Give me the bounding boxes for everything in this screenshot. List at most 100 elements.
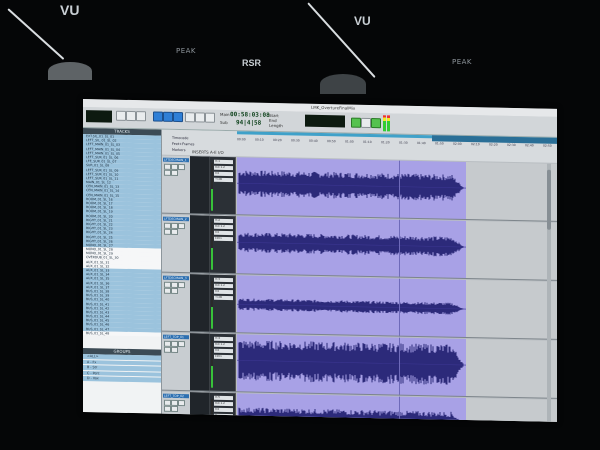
mute-button[interactable] bbox=[178, 340, 185, 348]
inserts-slots[interactable] bbox=[190, 274, 210, 333]
pan-readout[interactable]: <100 bbox=[214, 177, 233, 183]
playlist-button[interactable] bbox=[164, 405, 171, 412]
group-list-item[interactable]: D - Vox bbox=[83, 376, 161, 383]
audio-region[interactable] bbox=[237, 216, 466, 280]
pencil-tool-button[interactable] bbox=[205, 112, 215, 123]
groups-panel: GROUPS <ALL> A - Fx B - Str C - Perc D - Vox bbox=[83, 348, 161, 383]
select-tool-button[interactable] bbox=[185, 112, 195, 123]
left-peak-label: PEAK bbox=[176, 47, 197, 55]
slip-button[interactable] bbox=[126, 110, 136, 122]
pan-readout[interactable]: <100 bbox=[214, 295, 233, 301]
audio-region[interactable] bbox=[237, 275, 466, 339]
audio-track[interactable]: LFTDECMAIN_3 In 3 Out 1-2 0.0 <100 bbox=[162, 273, 557, 340]
pan-readout[interactable]: 100> bbox=[214, 236, 233, 242]
volume-readout[interactable]: 0.0 bbox=[214, 348, 233, 354]
shuffle-button[interactable] bbox=[116, 110, 126, 121]
empty-playlist-area[interactable] bbox=[466, 221, 557, 281]
track-level-meter bbox=[211, 339, 213, 388]
automation-button[interactable] bbox=[171, 405, 178, 412]
output-selector[interactable]: Out 1-2 bbox=[214, 283, 233, 289]
region-boundary[interactable] bbox=[399, 396, 400, 422]
scroll-thumb[interactable] bbox=[547, 169, 551, 230]
output-selector[interactable]: Out 1-2 bbox=[214, 342, 233, 348]
stop-button[interactable] bbox=[361, 117, 371, 129]
playlist-button[interactable] bbox=[164, 169, 171, 176]
empty-playlist-area[interactable] bbox=[466, 280, 557, 340]
mute-button[interactable] bbox=[178, 281, 185, 289]
audio-track[interactable]: LFTDECMAIN_1 In 1 Out 1-2 0.0 <100 bbox=[162, 155, 557, 222]
audio-region[interactable] bbox=[237, 393, 466, 422]
track-name-label[interactable]: LFTDECMAIN_3 bbox=[163, 275, 189, 281]
track-level-meter bbox=[211, 280, 213, 329]
region-boundary[interactable] bbox=[399, 337, 400, 396]
pan-readout[interactable]: 100> bbox=[214, 354, 233, 360]
region-boundary[interactable] bbox=[399, 278, 400, 337]
mute-button[interactable] bbox=[178, 163, 185, 171]
inserts-slots[interactable] bbox=[190, 215, 210, 274]
vertical-scrollbar[interactable] bbox=[547, 163, 551, 422]
left-vu-pivot bbox=[48, 62, 92, 80]
track-controls: LEFT_TOP_01 bbox=[162, 332, 191, 392]
zoom-button[interactable] bbox=[163, 111, 173, 122]
output-selector[interactable]: Out 1-2 bbox=[214, 165, 233, 171]
spot-button[interactable] bbox=[136, 111, 146, 122]
input-selector[interactable]: In 2 bbox=[214, 218, 233, 224]
ruler-name: Markers bbox=[172, 147, 186, 153]
volume-readout[interactable]: 0.0 bbox=[214, 289, 233, 295]
left-vu-needle bbox=[7, 8, 65, 60]
ruler-tick-label: 01:30 bbox=[399, 140, 408, 145]
input-selector[interactable]: In 5 bbox=[214, 395, 233, 401]
length-label: Length bbox=[269, 122, 283, 129]
empty-playlist-area[interactable] bbox=[466, 162, 557, 222]
grabber-tool-button[interactable] bbox=[195, 112, 205, 123]
ruler-tick-label: 01:00 bbox=[345, 139, 354, 144]
volume-readout[interactable]: 0.0 bbox=[214, 407, 233, 413]
main-counter-label: Main bbox=[220, 111, 230, 118]
automation-button[interactable] bbox=[171, 169, 178, 176]
automation-button[interactable] bbox=[171, 346, 178, 353]
track-name-label[interactable]: LEFT_TOP_02 bbox=[163, 393, 189, 399]
track-controls: LEFT_TOP_02 bbox=[162, 391, 191, 422]
inserts-slots[interactable] bbox=[190, 156, 210, 215]
playlist-button[interactable] bbox=[164, 346, 171, 353]
region-boundary[interactable] bbox=[399, 160, 400, 219]
trim-tool-button[interactable] bbox=[173, 111, 183, 123]
audio-track[interactable]: LFTDECMAIN_2 In 2 Out 1-2 0.0 100> bbox=[162, 214, 557, 281]
main-counter[interactable]: 00:58:03:08 bbox=[230, 111, 270, 119]
playlist-button[interactable] bbox=[164, 228, 171, 235]
empty-playlist-area[interactable] bbox=[466, 398, 557, 422]
output-selector[interactable]: Out 1-2 bbox=[214, 401, 233, 407]
input-selector[interactable]: In 4 bbox=[214, 336, 233, 342]
track-list: EXT.SIL_01_SL_01 LEFT_SIL_01_SL_02 LEFT_MA… bbox=[83, 134, 161, 337]
input-selector[interactable]: In 3 bbox=[214, 277, 233, 283]
play-button[interactable] bbox=[351, 117, 361, 128]
inserts-slots[interactable] bbox=[190, 333, 210, 392]
volume-readout[interactable]: 0.0 bbox=[214, 171, 233, 177]
inserts-slots[interactable] bbox=[190, 392, 210, 422]
track-name-label[interactable]: LFTDECMAIN_2 bbox=[163, 216, 189, 222]
track-io-column: In 1 Out 1-2 0.0 <100 bbox=[190, 156, 236, 216]
output-selector[interactable]: Out 1-2 bbox=[214, 224, 233, 230]
playlist-button[interactable] bbox=[164, 287, 171, 294]
selection-display[interactable] bbox=[305, 114, 345, 128]
pan-readout[interactable]: 0 bbox=[214, 413, 233, 419]
mute-button[interactable] bbox=[178, 222, 185, 230]
audio-region[interactable] bbox=[237, 334, 466, 398]
volume-readout[interactable]: 0.0 bbox=[214, 230, 233, 236]
track-name-label[interactable]: LEFT_TOP_01 bbox=[163, 334, 189, 340]
automation-button[interactable] bbox=[171, 287, 178, 294]
automation-button[interactable] bbox=[171, 228, 178, 235]
ruler-tick-label: 01:20 bbox=[381, 140, 390, 145]
input-selector[interactable]: In 1 bbox=[214, 159, 233, 165]
region-boundary[interactable] bbox=[399, 219, 400, 278]
grid-button[interactable] bbox=[153, 111, 163, 122]
record-button[interactable] bbox=[371, 118, 381, 129]
mode-display[interactable] bbox=[86, 110, 112, 123]
empty-playlist-area[interactable] bbox=[466, 339, 557, 399]
sub-counter[interactable]: 94|4|58 bbox=[236, 119, 261, 127]
track-name-label[interactable]: LFTDECMAIN_1 bbox=[163, 157, 189, 163]
mute-button[interactable] bbox=[178, 399, 185, 407]
audio-track[interactable]: LEFT_TOP_01 In 4 Out 1-2 0.0 100> bbox=[162, 332, 557, 399]
track-list-item[interactable]: BUS_01_SL_48 bbox=[83, 330, 161, 337]
audio-region[interactable] bbox=[237, 157, 466, 221]
